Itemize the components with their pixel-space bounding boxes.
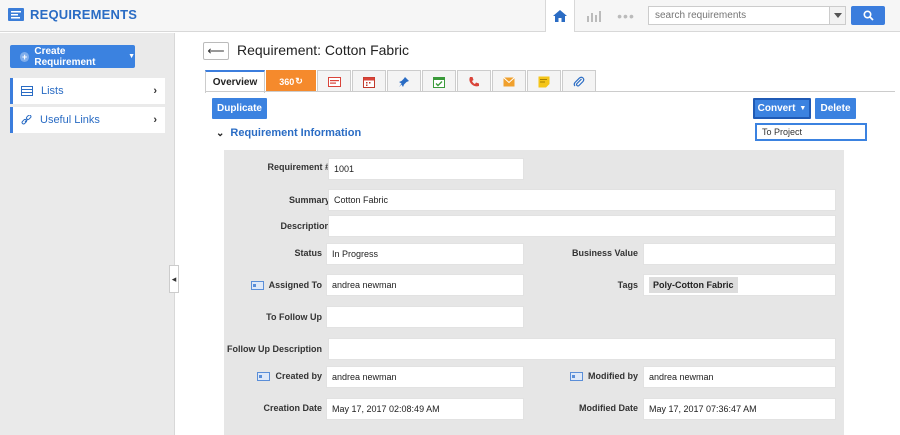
business-value-field[interactable]	[643, 243, 836, 265]
requirement-info-panel: Requirement # 1001 Summary Cotton Fabric…	[224, 150, 844, 435]
tab-overview[interactable]: Overview	[205, 70, 265, 93]
phone-icon	[469, 76, 479, 86]
status-field[interactable]: In Progress	[326, 243, 524, 265]
chevron-left-icon: ◂	[171, 273, 177, 284]
more-button[interactable]: •••	[612, 0, 640, 32]
home-icon	[553, 10, 567, 22]
more-dots-icon: •••	[617, 8, 635, 24]
sidebar-item-lists[interactable]: Lists ›	[10, 78, 165, 104]
search-input[interactable]	[648, 6, 830, 25]
contact-card-icon	[257, 372, 271, 382]
creation-date-field[interactable]: May 17, 2017 02:08:49 AM	[326, 398, 524, 420]
convert-label: Convert	[757, 103, 796, 114]
sidebar-item-label: Lists	[41, 85, 64, 97]
paperclip-icon	[573, 76, 585, 87]
search-icon	[862, 10, 874, 21]
requirement-number-field[interactable]: 1001	[328, 158, 524, 180]
modified-by-field[interactable]: andrea newman	[643, 366, 836, 388]
tab-task[interactable]	[422, 70, 456, 92]
delete-button[interactable]: Delete	[815, 98, 856, 119]
tab-note[interactable]	[527, 70, 561, 92]
sidebar-item-useful-links[interactable]: Useful Links ›	[10, 107, 165, 133]
follow-up-description-field[interactable]	[328, 338, 836, 360]
tab-mail[interactable]	[492, 70, 526, 92]
tab-360-label: 360	[279, 76, 295, 87]
modified-by-label-text: Modified by	[588, 371, 638, 381]
refresh-icon: ↻	[295, 76, 303, 86]
modified-date-label: Modified Date	[578, 403, 638, 413]
calendar-icon	[363, 76, 375, 88]
created-by-field[interactable]: andrea newman	[326, 366, 524, 388]
requirement-number-label: Requirement #	[267, 162, 330, 172]
app-title: REQUIREMENTS	[30, 7, 138, 22]
tag-chip[interactable]: Poly-Cotton Fabric	[649, 277, 738, 293]
home-button[interactable]	[545, 0, 575, 32]
create-requirement-label: Create Requirement	[34, 45, 96, 68]
mail-icon	[503, 76, 515, 86]
to-follow-up-label: To Follow Up	[266, 312, 322, 322]
card-icon	[327, 76, 341, 87]
plus-icon: +	[20, 51, 30, 62]
tab-card[interactable]	[317, 70, 351, 92]
convert-menu-item-to-project[interactable]: To Project	[755, 123, 867, 141]
created-by-label-text: Created by	[275, 371, 322, 381]
tab-attachments[interactable]	[562, 70, 596, 92]
assigned-to-label: Assigned To	[250, 280, 322, 291]
tab-360[interactable]: 360 ↻	[266, 70, 316, 92]
caret-down-icon: ▼	[799, 105, 807, 112]
description-field[interactable]	[328, 215, 836, 237]
chevron-right-icon: ›	[153, 114, 157, 126]
app-brand[interactable]: REQUIREMENTS	[8, 7, 137, 22]
link-icon	[21, 114, 32, 124]
sidebar-collapse-handle[interactable]: ◂	[169, 265, 179, 293]
task-check-icon	[433, 76, 445, 88]
to-follow-up-field[interactable]	[326, 306, 524, 328]
search-dropdown-toggle[interactable]	[830, 6, 846, 25]
create-requirement-button[interactable]: + Create Requirement ▼	[10, 45, 135, 68]
contact-card-icon	[570, 372, 583, 382]
assigned-to-field[interactable]: andrea newman	[326, 274, 524, 296]
description-label: Description	[280, 221, 330, 231]
tab-bar: Overview 360 ↻	[205, 70, 597, 93]
chevron-right-icon: ›	[153, 85, 157, 97]
search-button[interactable]	[851, 6, 885, 25]
follow-up-description-label: Follow Up Description	[226, 344, 322, 354]
top-bar: REQUIREMENTS •••	[0, 0, 900, 32]
tab-divider	[205, 91, 895, 92]
page-title: Requirement: Cotton Fabric	[237, 42, 409, 58]
chevron-down-icon	[833, 12, 842, 18]
creation-date-label: Creation Date	[263, 403, 322, 413]
contact-card-icon	[250, 281, 264, 291]
created-by-label: Created by	[257, 371, 322, 382]
tab-calendar[interactable]	[352, 70, 386, 92]
requirements-logo-icon	[8, 8, 24, 21]
pin-icon	[399, 76, 409, 87]
back-button[interactable]: ⟵	[203, 42, 229, 60]
tab-pin[interactable]	[387, 70, 421, 92]
chevron-down-icon: ⌄	[216, 127, 225, 139]
modified-date-field[interactable]: May 17, 2017 07:36:47 AM	[643, 398, 836, 420]
assigned-to-label-text: Assigned To	[268, 280, 322, 290]
caret-down-icon: ▼	[128, 53, 135, 60]
bar-chart-icon	[587, 11, 601, 22]
summary-label: Summary	[288, 195, 330, 205]
section-title: Requirement Information	[230, 127, 362, 139]
arrow-left-icon: ⟵	[207, 44, 225, 58]
summary-field[interactable]: Cotton Fabric	[328, 189, 836, 211]
duplicate-button[interactable]: Duplicate	[212, 98, 267, 119]
sidebar: + Create Requirement ▼ Lists › Useful Li…	[0, 33, 175, 435]
tags-label: Tags	[617, 280, 638, 290]
tab-overview-label: Overview	[212, 77, 258, 88]
status-label: Status	[294, 248, 322, 258]
tags-field[interactable]: Poly-Cotton Fabric	[643, 274, 836, 296]
tab-phone[interactable]	[457, 70, 491, 92]
sidebar-item-label: Useful Links	[40, 114, 100, 126]
section-header-requirement-info[interactable]: ⌄ Requirement Information	[216, 127, 361, 139]
reports-button[interactable]	[580, 0, 608, 32]
convert-button[interactable]: Convert ▼	[753, 98, 811, 119]
business-value-label: Business Value	[571, 248, 638, 258]
modified-by-label: Modified by	[570, 371, 638, 382]
list-icon	[21, 86, 33, 96]
note-icon	[538, 76, 550, 87]
